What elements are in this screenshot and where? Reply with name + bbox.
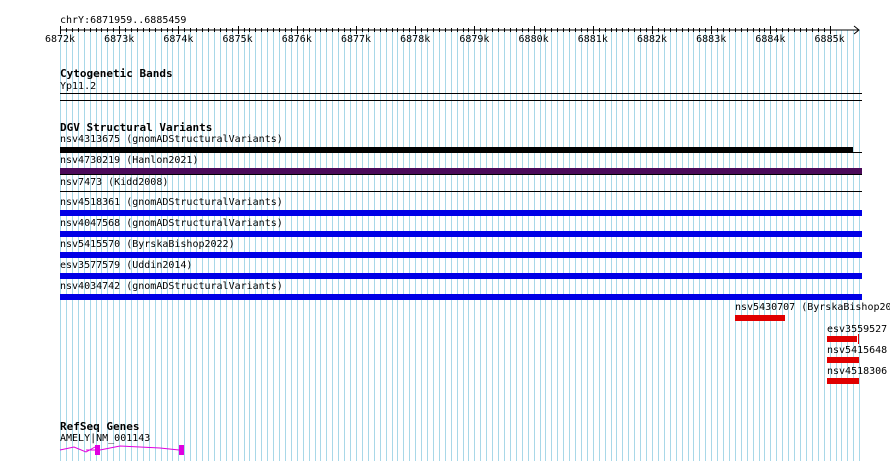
dgv-feature-bar[interactable] bbox=[60, 252, 862, 258]
dgv-feature-label[interactable]: nsv4518306 bbox=[827, 366, 887, 378]
cytoband-outline-top bbox=[60, 93, 862, 94]
ruler-tick-label: 6885k bbox=[814, 34, 845, 45]
feature-end-marker bbox=[858, 334, 859, 344]
dgv-feature-bar[interactable] bbox=[60, 294, 862, 300]
track-title-cytogenetic: Cytogenetic Bands bbox=[60, 67, 173, 80]
ruler-tick-label: 6877k bbox=[340, 34, 372, 45]
ruler-tick-label: 6884k bbox=[755, 34, 786, 45]
ruler-tick-label: 6872k bbox=[44, 34, 76, 45]
dgv-feature-bar[interactable] bbox=[60, 210, 862, 216]
dgv-feature-bar[interactable] bbox=[60, 231, 862, 237]
ruler-tick-label: 6880k bbox=[518, 34, 549, 45]
dgv-feature-label[interactable]: nsv5415570 (ByrskaBishop2022) bbox=[60, 239, 235, 251]
dgv-feature-label[interactable]: nsv4313675 (gnomADStructuralVariants) bbox=[60, 134, 283, 146]
genome-browser: chrY:6871959..6885459 6872k 6873k 6874k 687… bbox=[0, 0, 890, 461]
dgv-feature-bar[interactable] bbox=[735, 315, 785, 321]
ruler-tick-label: 6875k bbox=[222, 34, 253, 45]
dgv-feature-label[interactable]: nsv4047568 (gnomADStructuralVariants) bbox=[60, 218, 283, 230]
dgv-feature-label[interactable]: nsv4034742 (gnomADStructuralVariants) bbox=[60, 281, 283, 293]
track-title-refseq: RefSeq Genes bbox=[60, 420, 140, 433]
dgv-feature-label[interactable]: nsv5430707 (ByrskaBishop20 bbox=[735, 302, 890, 314]
cytoband-label: Yp11.2 bbox=[60, 81, 97, 92]
dgv-feature-bar[interactable] bbox=[827, 336, 857, 342]
gene-model[interactable] bbox=[0, 440, 890, 461]
dgv-feature-bar[interactable] bbox=[827, 378, 859, 384]
row-separator bbox=[60, 152, 862, 153]
dgv-feature-label[interactable]: esv3577579 (Uddin2014) bbox=[60, 260, 192, 272]
ruler-tick-label: 6878k bbox=[400, 34, 431, 45]
dgv-feature-bar[interactable] bbox=[60, 273, 862, 279]
row-separator bbox=[60, 191, 862, 192]
dgv-feature-label[interactable]: nsv7473 (Kidd2008) bbox=[60, 177, 168, 189]
cytoband-outline-bottom bbox=[60, 100, 862, 101]
dgv-feature-bar[interactable] bbox=[827, 357, 859, 363]
dgv-feature-label[interactable]: nsv4730219 (Hanlon2021) bbox=[60, 155, 198, 167]
ruler-tick-label: 6882k bbox=[636, 34, 668, 45]
ruler-tick-label: 6876k bbox=[281, 34, 312, 45]
dgv-feature-label[interactable]: nsv4518361 (gnomADStructuralVariants) bbox=[60, 197, 283, 209]
row-separator bbox=[60, 174, 862, 175]
ruler-tick-label: 6874k bbox=[163, 34, 194, 45]
ruler-tick-label: 6879k bbox=[459, 34, 490, 45]
dgv-feature-label[interactable]: nsv5415648 bbox=[827, 345, 887, 357]
ruler-tick-label: 6873k bbox=[104, 34, 135, 45]
track-title-dgv: DGV Structural Variants bbox=[60, 121, 213, 134]
ruler-tick-label: 6883k bbox=[696, 34, 727, 45]
ruler-tick-label: 6881k bbox=[577, 34, 608, 45]
